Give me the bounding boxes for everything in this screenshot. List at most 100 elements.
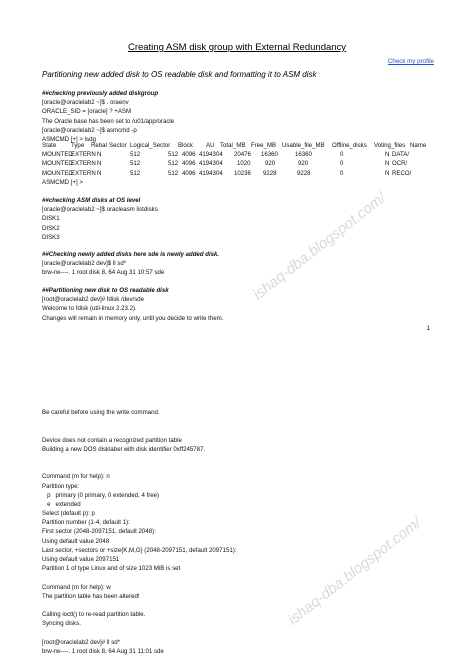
table-cell: 4194304 xyxy=(199,160,223,168)
section-partitioning: ##Partitioning new disk to OS readable d… xyxy=(42,286,442,323)
terminal-line: Partition 1 of type Linux and of size 10… xyxy=(42,565,181,573)
table-cell: 512 xyxy=(168,160,179,168)
table-cell: 9228 xyxy=(297,169,311,177)
lsdg-output-table: State Type Rebal Sector Logical_Sector B… xyxy=(42,141,442,187)
table-row: MOUNTED EXTERN N 512 512 4096 4194304 20… xyxy=(42,150,442,159)
column-header: State xyxy=(42,142,57,149)
table-cell: 16360 xyxy=(261,151,278,159)
column-header: Name xyxy=(410,142,427,149)
column-header: Sector xyxy=(109,142,127,149)
table-cell: MOUNTED xyxy=(42,169,73,177)
terminal-line: Changes will remain in memory only, unti… xyxy=(42,314,224,322)
page-number: 1 xyxy=(426,325,430,332)
table-cell: N xyxy=(385,151,390,159)
terminal-line: [oracle@oraclelab2 ~]$ asmcmd -p xyxy=(42,126,137,134)
table-header-row: State Type Rebal Sector Logical_Sector B… xyxy=(42,141,442,150)
table-cell: N xyxy=(97,169,102,177)
table-cell: 0 xyxy=(340,169,344,177)
terminal-line: Using default value 2097151 xyxy=(42,556,120,563)
column-header: Total_MB xyxy=(220,142,246,149)
table-cell: 4096 xyxy=(182,160,196,168)
section-heading: ##Checking newly added disks here sde is… xyxy=(42,251,220,258)
table-cell: EXTERN xyxy=(71,169,96,177)
column-header: Logical_Sector xyxy=(130,142,171,149)
table-cell: 512 xyxy=(168,169,179,177)
document-title: Creating ASM disk group with External Re… xyxy=(127,42,347,53)
table-row: MOUNTED EXTERN N 512 512 4096 4194304 10… xyxy=(42,159,442,168)
table-cell: 512 xyxy=(130,160,141,168)
column-header: Voting_files xyxy=(374,142,406,149)
table-cell: 512 xyxy=(130,169,141,177)
section-fdisk-session: Be careful before using the write comman… xyxy=(42,408,442,656)
table-cell: N xyxy=(385,169,390,177)
terminal-line: Command (m for help): n xyxy=(42,473,110,481)
terminal-line: Be careful before using the write comman… xyxy=(42,409,160,416)
check-profile-link[interactable]: Check my profile xyxy=(388,58,434,65)
terminal-line: [root@oraclelab2 dev]# fdisk /dev/sde xyxy=(42,296,145,304)
table-cell: 1020 xyxy=(237,160,251,168)
column-header: Rebal xyxy=(91,142,107,149)
section-heading: ##Partitioning new disk to OS readable d… xyxy=(42,287,169,294)
section-checking-diskgroup: ##checking previously added diskgroup [o… xyxy=(42,89,442,144)
table-row: MOUNTED EXTERN N 512 512 4096 4194304 10… xyxy=(42,169,442,178)
table-cell: MOUNTED xyxy=(42,151,73,159)
terminal-line: [root@oraclelab2 dev]# ll sd* xyxy=(42,638,120,646)
section-asm-disks-os: ##checking ASM disks at OS level [oracle… xyxy=(42,196,442,242)
document-page: ishaq-dba.blogspot.com/ ishaq-dba.blogsp… xyxy=(0,0,474,655)
terminal-line: The partition table has been altered! xyxy=(42,592,140,600)
column-header: Type xyxy=(71,142,85,149)
prompt-text: ASMCMD [+] > xyxy=(42,178,83,186)
table-cell: 4194304 xyxy=(199,169,223,177)
table-cell: 920 xyxy=(298,160,309,168)
terminal-line: [oracle@oraclelab2 dev]$ ll sd* xyxy=(42,260,127,268)
column-header: Offline_disks xyxy=(332,142,367,149)
table-cell: EXTERN xyxy=(71,151,96,159)
section-subtitle: Partitioning new added disk to OS readab… xyxy=(42,70,317,79)
table-cell: RECO/ xyxy=(392,169,412,177)
terminal-line: The Oracle base has been set to /u01/app… xyxy=(42,117,175,125)
table-cell: 512 xyxy=(168,151,179,159)
table-cell: N xyxy=(97,160,102,168)
terminal-line: Command (m for help): w xyxy=(42,583,111,591)
terminal-line: ORACLE_SID = [oracle] ? +ASM xyxy=(42,108,132,116)
table-cell: 512 xyxy=(130,151,141,159)
terminal-line: e extended xyxy=(42,500,81,508)
terminal-line: Using default value 2048 xyxy=(42,537,110,545)
terminal-line: DISK2 xyxy=(42,224,60,232)
terminal-line: Partition number (1-4, default 1): xyxy=(42,519,130,527)
terminal-line: brw-rw----. 1 root disk 8, 64 Aug 31 11:… xyxy=(42,647,164,655)
table-cell: DATA/ xyxy=(392,151,410,159)
table-cell: 0 xyxy=(340,160,344,168)
table-cell: 9228 xyxy=(263,169,277,177)
terminal-line: Last sector, +sectors or +size{K,M,G} (2… xyxy=(42,546,237,554)
table-cell: 10236 xyxy=(234,169,251,177)
table-cell: 4096 xyxy=(182,151,196,159)
terminal-line: Welcome to fdisk (util-linux 2.23.2). xyxy=(42,305,137,313)
column-header: Usable_file_MB xyxy=(282,142,325,149)
terminal-line: Partition type: xyxy=(42,482,80,490)
section-heading: ##checking previously added diskgroup xyxy=(42,90,159,97)
table-cell: 920 xyxy=(265,160,276,168)
terminal-line: p primary (0 primary, 0 extended, 4 free… xyxy=(42,491,160,499)
column-header: Free_MB xyxy=(251,142,277,149)
table-cell: OCR/ xyxy=(392,160,408,168)
terminal-line: Building a new DOS disklabel with disk i… xyxy=(42,445,206,453)
terminal-line: Calling ioctl() to re-read partition tab… xyxy=(42,611,146,619)
table-cell: 4096 xyxy=(182,169,196,177)
section-new-disk-check: ##Checking newly added disks here sde is… xyxy=(42,250,442,278)
terminal-line: Select (default p): p xyxy=(42,510,95,518)
terminal-line: [oracle@oraclelab2 ~]$ . oraenv xyxy=(42,99,129,107)
terminal-line: First sector (2048-2097151, default 2048… xyxy=(42,528,156,536)
table-cell: EXTERN xyxy=(71,160,96,168)
terminal-line: Device does not contain a recognized par… xyxy=(42,436,182,444)
table-cell: 4194304 xyxy=(199,151,223,159)
section-heading: ##checking ASM disks at OS level xyxy=(42,197,141,204)
table-cell: 0 xyxy=(340,151,344,159)
terminal-line: DISK3 xyxy=(42,233,60,241)
column-header: Block xyxy=(178,142,193,149)
